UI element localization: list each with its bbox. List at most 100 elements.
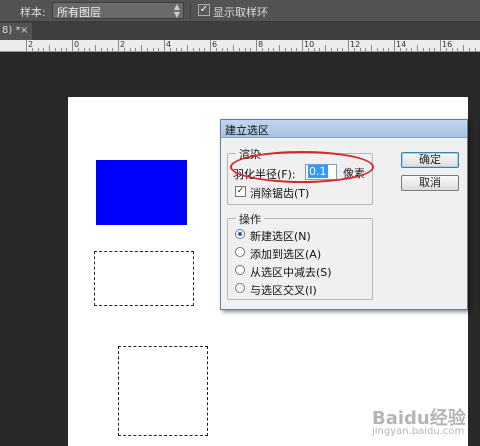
ruler-tick <box>434 48 436 51</box>
ruler-tick <box>290 48 292 51</box>
ruler-tick <box>284 48 286 51</box>
selection-marquee <box>118 346 208 436</box>
ruler-tick <box>279 45 280 51</box>
ruler-tick <box>399 48 401 51</box>
ruler-tick <box>302 40 303 51</box>
separator <box>190 3 191 19</box>
watermark-sub: jingyan.baidu.com <box>372 426 465 437</box>
ruler-tick <box>417 45 418 51</box>
ruler-tick <box>267 48 269 51</box>
ruler-tick <box>37 48 39 51</box>
ruler-tick <box>210 40 211 51</box>
ruler-tick <box>129 48 131 51</box>
ruler-tick <box>146 48 148 51</box>
ruler-tick <box>123 48 125 51</box>
sample-label: 样本: <box>20 6 46 19</box>
ruler-tick <box>325 45 326 51</box>
ruler-tick <box>238 48 240 51</box>
ruler-tick <box>158 48 160 51</box>
ruler-tick <box>49 45 50 51</box>
highlight-oval <box>230 151 374 183</box>
ruler-tick <box>106 48 108 51</box>
ruler-tick <box>405 48 407 51</box>
chevron-up-down-icon: ▲ ▼ <box>173 2 180 19</box>
ruler-tick <box>169 48 171 51</box>
ruler-tick <box>376 48 378 51</box>
document-tab-label: 8) * <box>2 25 21 36</box>
sample-select[interactable]: 所有图层 ▲ ▼ <box>52 2 184 19</box>
ruler-tick <box>474 48 476 51</box>
ruler-tick <box>307 48 309 51</box>
ruler-tick <box>221 48 223 51</box>
document-tab-strip: 8) * × <box>0 22 480 40</box>
radio-add-to-selection-label: 添加到选区(A) <box>250 248 322 261</box>
sample-select-value: 所有图层 <box>57 6 101 19</box>
antialias-checkbox[interactable]: ✓ <box>235 186 246 197</box>
ruler-tick <box>83 48 85 51</box>
ruler-tick <box>152 48 154 51</box>
ruler-tick <box>382 48 384 51</box>
ruler-tick <box>296 48 298 51</box>
ruler-tick <box>54 48 56 51</box>
ruler-tick <box>261 48 263 51</box>
ruler-tick <box>428 48 430 51</box>
ruler-tick <box>118 40 119 51</box>
blue-rectangle-shape <box>96 160 187 225</box>
ruler-tick <box>422 48 424 51</box>
radio-subtract-label: 从选区中减去(S) <box>250 266 332 279</box>
ruler-tick <box>371 45 372 51</box>
document-tab[interactable]: 8) * × <box>0 23 32 40</box>
ruler-tick <box>359 48 361 51</box>
ruler-tick <box>95 45 96 51</box>
ruler-tick <box>463 45 464 51</box>
ruler-tick <box>457 48 459 51</box>
ruler-tick <box>348 40 349 51</box>
make-selection-dialog: 建立选区 渲染 羽化半径(F): 0.1 像素 ✓ 消除锯齿(T) 操作 新建选… <box>220 119 468 310</box>
ruler-tick <box>342 48 344 51</box>
ruler-tick <box>451 48 453 51</box>
ok-button[interactable]: 确定 <box>401 152 459 168</box>
radio-intersect-label: 与选区交叉(I) <box>250 284 317 297</box>
ruler-tick <box>187 45 188 51</box>
options-bar: 样本: 所有图层 ▲ ▼ ✓ 显示取样环 <box>0 0 480 22</box>
ruler-tick <box>313 48 315 51</box>
ruler-tick <box>468 48 470 51</box>
dialog-title: 建立选区 <box>221 120 467 138</box>
radio-add-to-selection[interactable] <box>235 247 245 257</box>
ruler-tick <box>215 48 217 51</box>
close-icon[interactable]: × <box>20 25 28 36</box>
ruler-tick <box>353 48 355 51</box>
ruler-tick <box>273 48 275 51</box>
ruler-tick <box>164 40 165 51</box>
ruler-tick <box>192 48 194 51</box>
selection-marquee <box>94 251 194 306</box>
ruler-tick <box>175 48 177 51</box>
ruler-tick <box>445 48 447 51</box>
radio-new-selection[interactable] <box>235 229 245 239</box>
ruler-tick <box>31 48 33 51</box>
ruler-tick <box>336 48 338 51</box>
ruler-tick <box>394 40 395 51</box>
ruler-tick <box>60 48 62 51</box>
ruler-tick <box>319 48 321 51</box>
ruler-tick <box>181 48 183 51</box>
radio-subtract-from-selection[interactable] <box>235 265 245 275</box>
show-ring-checkbox[interactable]: ✓ <box>198 4 210 16</box>
ruler-tick <box>72 40 73 51</box>
operation-group-title: 操作 <box>236 211 264 227</box>
ruler-tick <box>411 48 413 51</box>
ruler-tick <box>256 40 257 51</box>
ruler-tick <box>141 45 142 51</box>
ruler-tick <box>440 40 441 51</box>
ruler-tick <box>250 48 252 51</box>
ruler-tick <box>227 48 229 51</box>
baidu-watermark: Baidu经验 jingyan.baidu.com <box>352 398 476 442</box>
ruler-tick <box>43 48 45 51</box>
radio-intersect-selection[interactable] <box>235 283 245 293</box>
ruler-tick <box>77 48 79 51</box>
cancel-button[interactable]: 取消 <box>401 175 459 191</box>
ruler-tick <box>112 48 114 51</box>
show-ring-label: 显示取样环 <box>213 6 268 19</box>
ruler-tick <box>330 48 332 51</box>
ruler-tick <box>89 48 91 51</box>
